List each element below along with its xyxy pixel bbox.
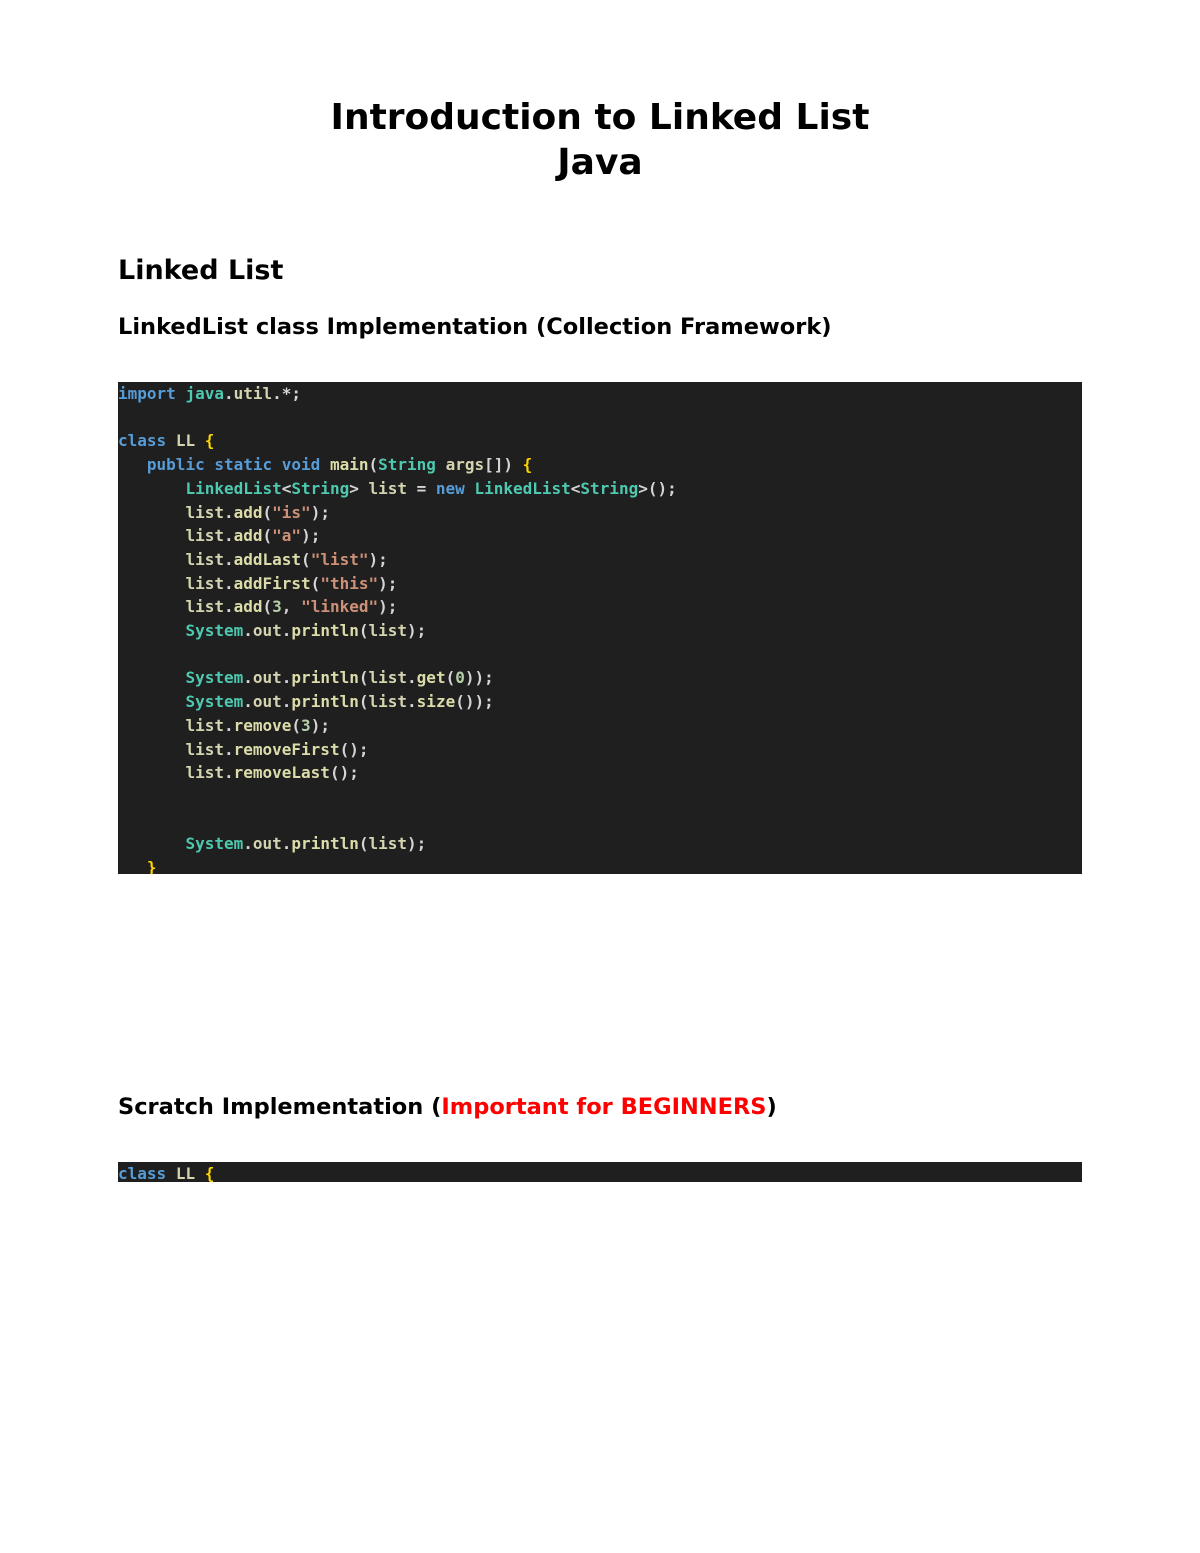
code-block-scratch: class LL { xyxy=(118,1162,1082,1182)
document-page: Introduction to Linked List Java Linked … xyxy=(0,0,1200,1242)
sub-heading-collection-framework: LinkedList class Implementation (Collect… xyxy=(118,314,1082,340)
section-heading-linked-list: Linked List xyxy=(118,255,1082,286)
title-line-2: Java xyxy=(118,140,1082,185)
page-title: Introduction to Linked List Java xyxy=(118,95,1082,185)
sub-heading-scratch-emphasis: Important for BEGINNERS xyxy=(441,1094,766,1120)
code-block-collection-framework: import java.util.*; class LL { public st… xyxy=(118,382,1082,874)
sub-heading-scratch-suffix: ) xyxy=(767,1094,777,1120)
sub-heading-scratch-implementation: Scratch Implementation (Important for BE… xyxy=(118,1094,1082,1120)
title-line-1: Introduction to Linked List xyxy=(118,95,1082,140)
sub-heading-scratch-prefix: Scratch Implementation ( xyxy=(118,1094,441,1120)
